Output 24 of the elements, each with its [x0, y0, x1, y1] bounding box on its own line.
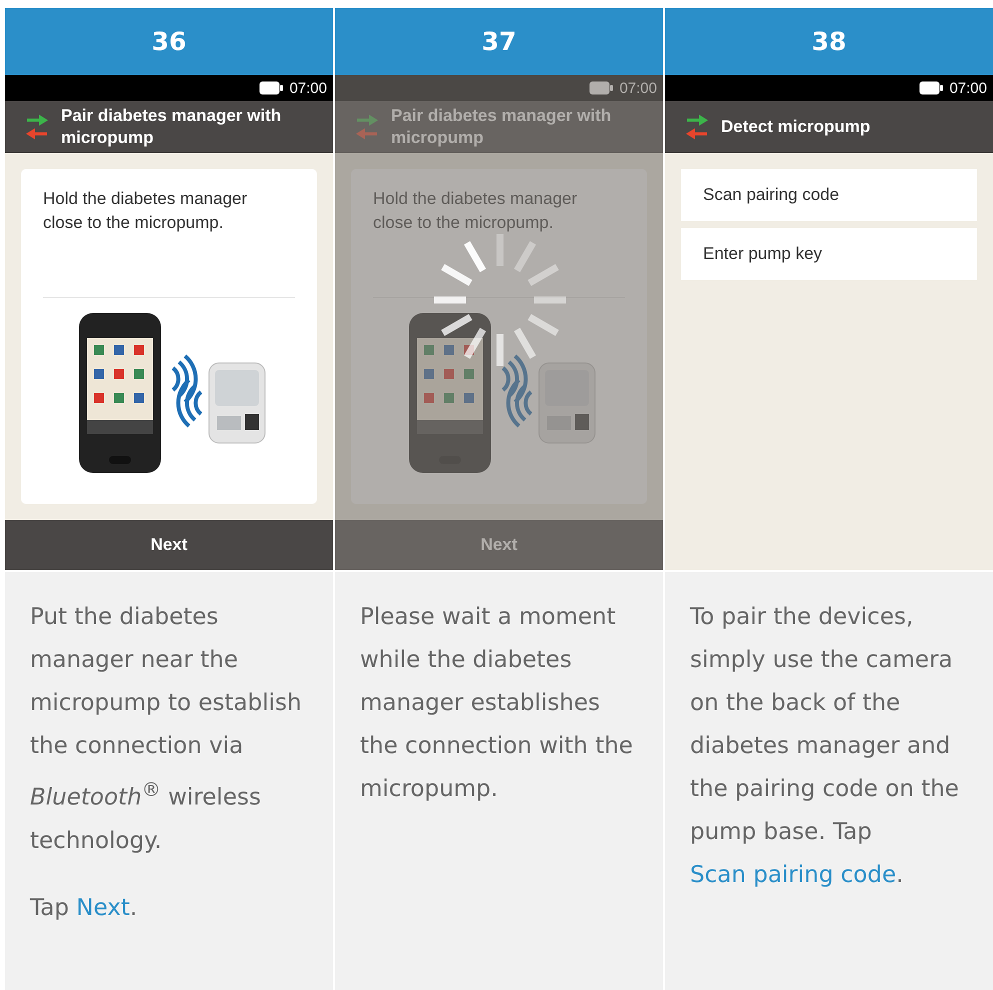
battery-icon [589, 81, 614, 95]
menu-option[interactable]: Scan pairing code [681, 169, 977, 221]
description-text: To pair the devices, simply use the camera on the back of the diabetes manager and the pairing code on the pump base. Tap Scan pairing code. [690, 603, 960, 890]
instruction-text: Hold the diabetes manager close to the micropump. [43, 188, 248, 234]
menu-option[interactable]: Enter pump key [681, 228, 977, 280]
battery-icon [259, 81, 284, 95]
next-button[interactable]: Next [5, 520, 333, 570]
status-time: 07:00 [619, 80, 657, 96]
status-time: 07:00 [949, 80, 987, 96]
step-number-header: 37 [335, 8, 663, 75]
description-text: Please wait a moment while the diabetes manager establishes the connection with the micropump. [360, 603, 634, 804]
description-text: Tap Next. [30, 894, 138, 923]
battery-icon [919, 81, 944, 95]
swap-arrows-icon [685, 114, 709, 140]
swap-arrows-icon [25, 114, 49, 140]
screen-title: Pair diabetes manager with micropump [61, 104, 282, 148]
step-number-header: 36 [5, 8, 333, 75]
swap-arrows-icon [355, 114, 379, 140]
instruction-text: Hold the diabetes manager close to the micropump. [373, 188, 578, 234]
screen-title: Detect micropump [721, 116, 870, 138]
screen-title: Pair diabetes manager with micropump [391, 104, 612, 148]
description-text: Put the diabetes manager near the micropump to establish the connection via Bluetooth$^{®}$ wireless technology. [30, 603, 303, 856]
status-time: 07:00 [289, 80, 327, 96]
step-number-header: 38 [665, 8, 993, 75]
